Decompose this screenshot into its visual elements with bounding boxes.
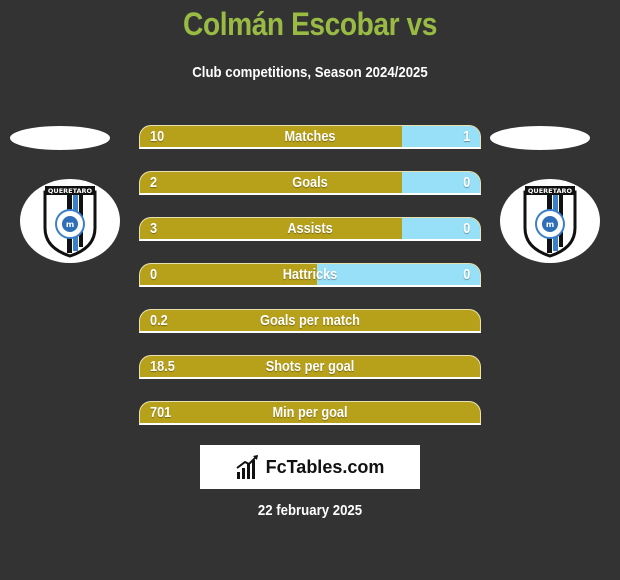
stat-label: Goals per match bbox=[260, 312, 360, 329]
right-team-logo[interactable]: QUERETARO m bbox=[500, 179, 600, 263]
stat-row-goals-per-match: 0.2 Goals per match bbox=[139, 309, 481, 333]
report-date: 22 february 2025 bbox=[257, 502, 363, 519]
right-value: 0 bbox=[462, 220, 470, 237]
left-value: 2 bbox=[150, 174, 158, 191]
svg-text:m: m bbox=[546, 220, 554, 229]
crest-text: QUERETARO bbox=[48, 187, 93, 195]
stat-row-min-per-goal: 701 Min per goal bbox=[139, 401, 481, 425]
stat-label: Hattricks bbox=[282, 266, 338, 283]
stat-label: Assists bbox=[287, 220, 333, 237]
stat-row-goals: 2 Goals 0 bbox=[139, 171, 481, 195]
stat-row-assists: 3 Assists 0 bbox=[139, 217, 481, 241]
right-value: 1 bbox=[462, 128, 470, 145]
right-value: 0 bbox=[462, 266, 470, 283]
stat-row-shots-per-goal: 18.5 Shots per goal bbox=[139, 355, 481, 379]
stat-label: Matches bbox=[284, 128, 336, 145]
crest-text: QUERETARO bbox=[528, 187, 573, 195]
svg-text:m: m bbox=[66, 220, 74, 229]
page-subtitle: Club competitions, Season 2024/2025 bbox=[192, 64, 428, 81]
left-value: 3 bbox=[150, 220, 158, 237]
bar-chart-icon bbox=[236, 455, 258, 479]
page-title: Colmán Escobar vs bbox=[183, 6, 437, 42]
brand-text: FcTables.com bbox=[265, 456, 385, 477]
stat-label: Min per goal bbox=[272, 404, 348, 421]
stat-row-hattricks: 0 Hattricks 0 bbox=[139, 263, 481, 287]
right-player-oval bbox=[490, 126, 590, 150]
left-team-logo[interactable]: QUERETARO m bbox=[20, 179, 120, 263]
fctables-brand-link[interactable]: FcTables.com bbox=[200, 445, 420, 489]
left-value: 0 bbox=[150, 266, 158, 283]
stat-label: Shots per goal bbox=[265, 358, 355, 375]
right-value: 0 bbox=[462, 174, 470, 191]
stat-label: Goals bbox=[292, 174, 328, 191]
left-value: 10 bbox=[150, 128, 165, 145]
stats-list: 10 Matches 1 2 Goals 0 3 Assists 0 0 Hat… bbox=[139, 125, 481, 447]
left-player-oval bbox=[10, 126, 110, 150]
queretaro-crest-icon: QUERETARO m bbox=[43, 186, 97, 258]
stat-row-matches: 10 Matches 1 bbox=[139, 125, 481, 149]
queretaro-crest-icon: QUERETARO m bbox=[523, 186, 577, 258]
